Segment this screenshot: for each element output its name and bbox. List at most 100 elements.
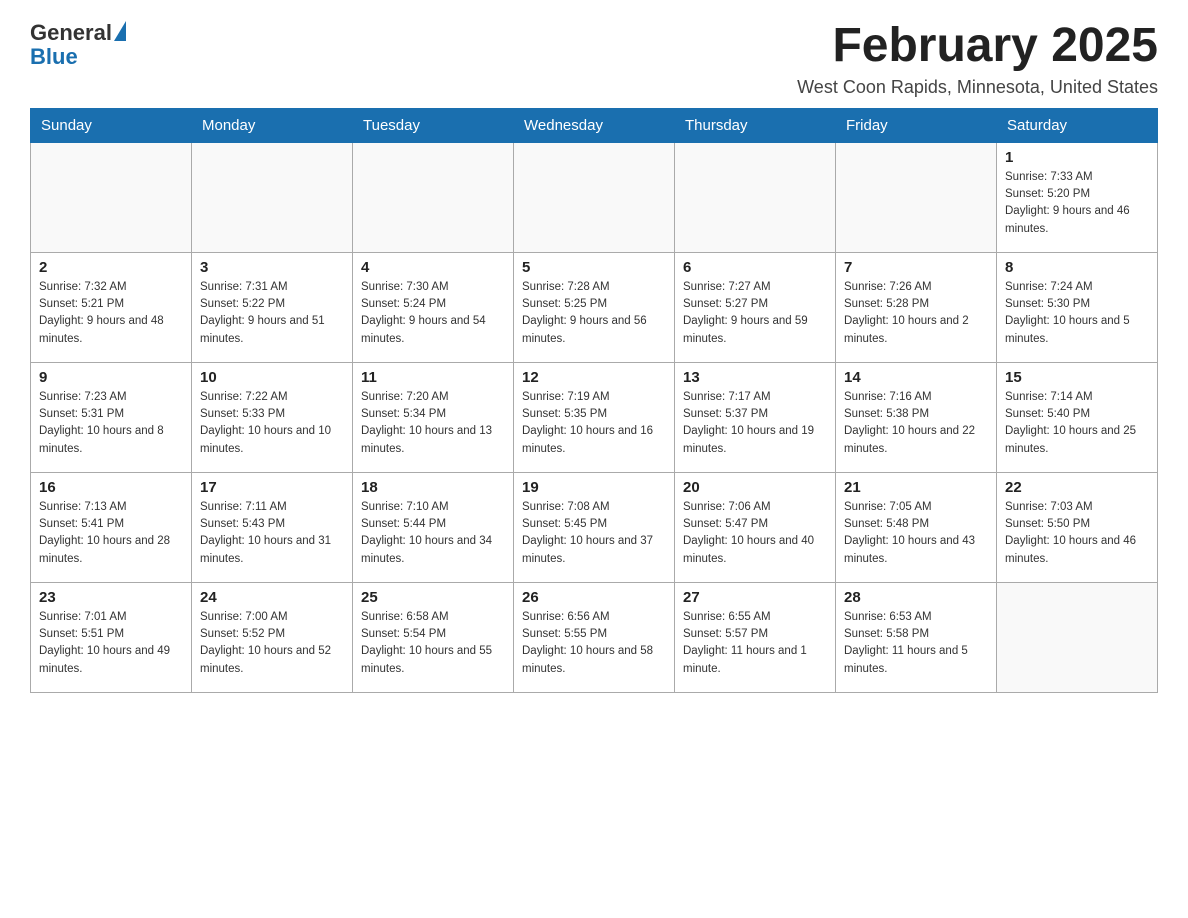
calendar-cell: 10Sunrise: 7:22 AMSunset: 5:33 PMDayligh… (192, 362, 353, 472)
title-section: February 2025 West Coon Rapids, Minnesot… (797, 20, 1158, 98)
calendar-cell (997, 582, 1158, 692)
day-number: 13 (683, 369, 827, 386)
logo: General Blue (30, 20, 126, 70)
day-info: Sunrise: 7:00 AMSunset: 5:52 PMDaylight:… (200, 609, 344, 678)
day-number: 26 (522, 589, 666, 606)
calendar-cell: 19Sunrise: 7:08 AMSunset: 5:45 PMDayligh… (514, 472, 675, 582)
day-info: Sunrise: 7:23 AMSunset: 5:31 PMDaylight:… (39, 389, 183, 458)
day-info: Sunrise: 7:30 AMSunset: 5:24 PMDaylight:… (361, 279, 505, 348)
page-header: General Blue February 2025 West Coon Rap… (30, 20, 1158, 98)
day-number: 28 (844, 589, 988, 606)
calendar-cell: 17 Sunrise: 7:11 AMSunset: 5:43 PMDayligh… (192, 472, 353, 582)
calendar-cell: 3 Sunrise: 7:31 AMSunset: 5:22 PMDaylight… (192, 252, 353, 362)
col-sunday: Sunday (31, 108, 192, 142)
day-info: Sunrise: 7:10 AMSunset: 5:44 PMDaylight:… (361, 499, 505, 568)
day-info: Sunrise: 7:19 AMSunset: 5:35 PMDaylight:… (522, 389, 666, 458)
col-friday: Friday (836, 108, 997, 142)
day-info: Sunrise: 7:17 AMSunset: 5:37 PMDaylight:… (683, 389, 827, 458)
day-number: 1 (1005, 149, 1149, 166)
day-info: Sunrise: 7:06 AMSunset: 5:47 PMDaylight:… (683, 499, 827, 568)
day-info: Sunrise: 7:28 AMSunset: 5:25 PMDaylight:… (522, 279, 666, 348)
day-number: 20 (683, 479, 827, 496)
calendar-cell: 26Sunrise: 6:56 AMSunset: 5:55 PMDayligh… (514, 582, 675, 692)
col-tuesday: Tuesday (353, 108, 514, 142)
col-thursday: Thursday (675, 108, 836, 142)
day-number: 9 (39, 369, 183, 386)
calendar-cell (836, 142, 997, 252)
calendar-cell: 1 Sunrise: 7:33 AMSunset: 5:20 PMDaylight… (997, 142, 1158, 252)
day-info: Sunrise: 6:53 AMSunset: 5:58 PMDaylight:… (844, 609, 988, 678)
calendar-cell (675, 142, 836, 252)
day-number: 25 (361, 589, 505, 606)
calendar-cell: 2Sunrise: 7:32 AMSunset: 5:21 PMDaylight… (31, 252, 192, 362)
day-number: 10 (200, 369, 344, 386)
week-row-4: 16 Sunrise: 7:13 AMSunset: 5:41 PMDayligh… (31, 472, 1158, 582)
calendar-cell (353, 142, 514, 252)
week-row-1: 1 Sunrise: 7:33 AMSunset: 5:20 PMDaylight… (31, 142, 1158, 252)
calendar-cell (31, 142, 192, 252)
week-row-2: 2Sunrise: 7:32 AMSunset: 5:21 PMDaylight… (31, 252, 1158, 362)
logo-blue-text: Blue (30, 44, 78, 70)
calendar-cell: 22 Sunrise: 7:03 AMSunset: 5:50 PMDayligh… (997, 472, 1158, 582)
calendar-cell: 28 Sunrise: 6:53 AMSunset: 5:58 PMDayligh… (836, 582, 997, 692)
month-year-title: February 2025 (797, 20, 1158, 73)
calendar-cell (192, 142, 353, 252)
day-number: 17 (200, 479, 344, 496)
calendar-cell: 27 Sunrise: 6:55 AMSunset: 5:57 PMDayligh… (675, 582, 836, 692)
calendar-cell: 9 Sunrise: 7:23 AMSunset: 5:31 PMDaylight… (31, 362, 192, 472)
day-info: Sunrise: 7:03 AMSunset: 5:50 PMDaylight:… (1005, 499, 1149, 568)
day-info: Sunrise: 7:27 AMSunset: 5:27 PMDaylight:… (683, 279, 827, 348)
calendar-cell: 7Sunrise: 7:26 AMSunset: 5:28 PMDaylight… (836, 252, 997, 362)
day-number: 3 (200, 259, 344, 276)
logo-general-text: General (30, 20, 112, 46)
day-info: Sunrise: 7:13 AMSunset: 5:41 PMDaylight:… (39, 499, 183, 568)
calendar-cell: 11 Sunrise: 7:20 AMSunset: 5:34 PMDayligh… (353, 362, 514, 472)
day-number: 27 (683, 589, 827, 606)
day-info: Sunrise: 7:31 AMSunset: 5:22 PMDaylight:… (200, 279, 344, 348)
col-monday: Monday (192, 108, 353, 142)
day-info: Sunrise: 7:14 AMSunset: 5:40 PMDaylight:… (1005, 389, 1149, 458)
calendar-cell (514, 142, 675, 252)
day-number: 16 (39, 479, 183, 496)
calendar-cell: 12 Sunrise: 7:19 AMSunset: 5:35 PMDayligh… (514, 362, 675, 472)
day-info: Sunrise: 7:24 AMSunset: 5:30 PMDaylight:… (1005, 279, 1149, 348)
day-number: 5 (522, 259, 666, 276)
calendar-cell: 8 Sunrise: 7:24 AMSunset: 5:30 PMDaylight… (997, 252, 1158, 362)
day-info: Sunrise: 7:08 AMSunset: 5:45 PMDaylight:… (522, 499, 666, 568)
day-number: 8 (1005, 259, 1149, 276)
day-info: Sunrise: 7:26 AMSunset: 5:28 PMDaylight:… (844, 279, 988, 348)
day-info: Sunrise: 7:11 AMSunset: 5:43 PMDaylight:… (200, 499, 344, 568)
calendar-cell: 6 Sunrise: 7:27 AMSunset: 5:27 PMDaylight… (675, 252, 836, 362)
calendar-cell: 5 Sunrise: 7:28 AMSunset: 5:25 PMDaylight… (514, 252, 675, 362)
col-wednesday: Wednesday (514, 108, 675, 142)
calendar-cell: 25 Sunrise: 6:58 AMSunset: 5:54 PMDayligh… (353, 582, 514, 692)
day-info: Sunrise: 6:55 AMSunset: 5:57 PMDaylight:… (683, 609, 827, 678)
day-info: Sunrise: 7:32 AMSunset: 5:21 PMDaylight:… (39, 279, 183, 348)
logo-triangle-icon (114, 21, 126, 41)
day-info: Sunrise: 7:20 AMSunset: 5:34 PMDaylight:… (361, 389, 505, 458)
calendar-cell: 16 Sunrise: 7:13 AMSunset: 5:41 PMDayligh… (31, 472, 192, 582)
calendar-cell: 13 Sunrise: 7:17 AMSunset: 5:37 PMDayligh… (675, 362, 836, 472)
day-number: 22 (1005, 479, 1149, 496)
day-number: 18 (361, 479, 505, 496)
day-number: 12 (522, 369, 666, 386)
calendar-header-row: Sunday Monday Tuesday Wednesday Thursday… (31, 108, 1158, 142)
day-info: Sunrise: 6:58 AMSunset: 5:54 PMDaylight:… (361, 609, 505, 678)
calendar-cell: 23Sunrise: 7:01 AMSunset: 5:51 PMDayligh… (31, 582, 192, 692)
day-number: 15 (1005, 369, 1149, 386)
calendar-cell: 24 Sunrise: 7:00 AMSunset: 5:52 PMDayligh… (192, 582, 353, 692)
day-number: 6 (683, 259, 827, 276)
calendar-cell: 21Sunrise: 7:05 AMSunset: 5:48 PMDayligh… (836, 472, 997, 582)
calendar-cell: 4Sunrise: 7:30 AMSunset: 5:24 PMDaylight… (353, 252, 514, 362)
day-number: 21 (844, 479, 988, 496)
calendar-cell: 18 Sunrise: 7:10 AMSunset: 5:44 PMDayligh… (353, 472, 514, 582)
calendar-cell: 14Sunrise: 7:16 AMSunset: 5:38 PMDayligh… (836, 362, 997, 472)
calendar-cell: 20 Sunrise: 7:06 AMSunset: 5:47 PMDayligh… (675, 472, 836, 582)
location-subtitle: West Coon Rapids, Minnesota, United Stat… (797, 77, 1158, 98)
day-number: 24 (200, 589, 344, 606)
calendar-table: Sunday Monday Tuesday Wednesday Thursday… (30, 108, 1158, 693)
day-number: 11 (361, 369, 505, 386)
day-info: Sunrise: 7:01 AMSunset: 5:51 PMDaylight:… (39, 609, 183, 678)
day-info: Sunrise: 7:33 AMSunset: 5:20 PMDaylight:… (1005, 169, 1149, 238)
calendar-cell: 15 Sunrise: 7:14 AMSunset: 5:40 PMDayligh… (997, 362, 1158, 472)
